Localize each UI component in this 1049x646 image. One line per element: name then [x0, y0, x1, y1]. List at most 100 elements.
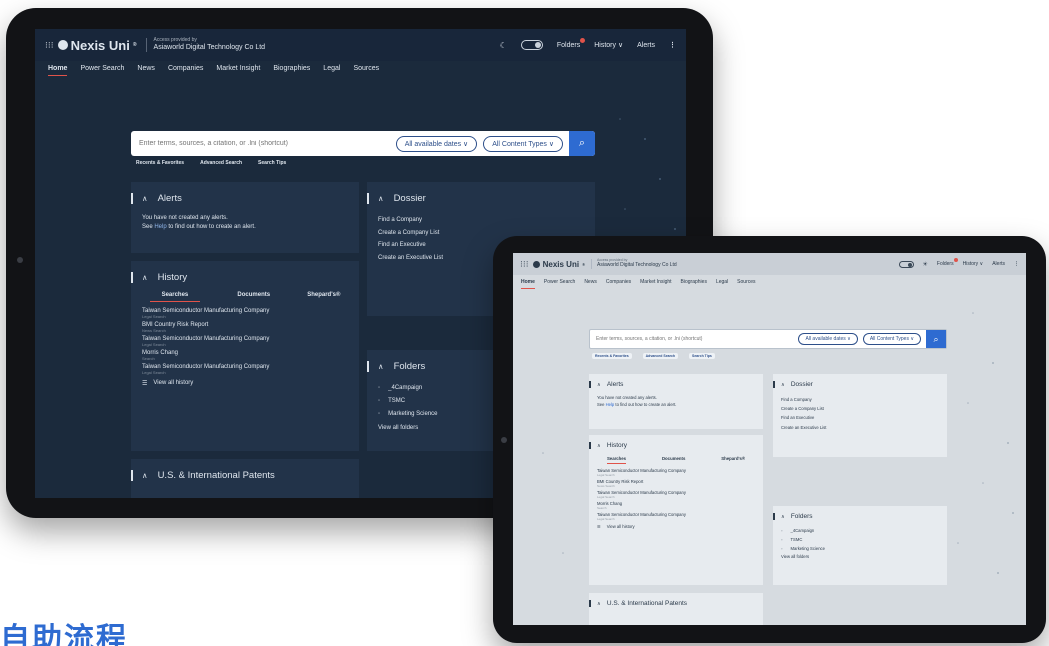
- search-tips-link[interactable]: Search Tips: [258, 160, 286, 166]
- nav-legal[interactable]: Legal: [323, 65, 340, 76]
- history-item[interactable]: Taiwan Semiconductor Manufacturing Compa…: [131, 364, 359, 375]
- search-input[interactable]: [590, 336, 799, 342]
- folder-item[interactable]: ▫ _4Campaign: [781, 527, 939, 536]
- history-item[interactable]: Morris Chang Search: [589, 501, 763, 510]
- advanced-search-link[interactable]: Advanced Search: [200, 160, 242, 166]
- view-all-history-link[interactable]: ☰ View all history: [131, 378, 359, 389]
- dossier-body: Find a Company Create a Company List Fin…: [773, 388, 947, 432]
- help-link[interactable]: Help: [154, 224, 166, 230]
- folder-item[interactable]: ▫ TSMC: [781, 536, 939, 545]
- history-item[interactable]: BMI Country Risk Report News Search: [131, 322, 359, 333]
- folders-menu[interactable]: Folders: [556, 37, 586, 49]
- nav-biographies[interactable]: Biographies: [681, 279, 707, 289]
- search-input[interactable]: [131, 140, 396, 147]
- tab-shepards[interactable]: Shepard's®: [307, 292, 340, 302]
- nav-legal[interactable]: Legal: [716, 279, 728, 289]
- history-menu[interactable]: History ∨: [594, 41, 623, 49]
- alerts-menu[interactable]: Alerts: [637, 42, 655, 49]
- dossier-title: Dossier: [790, 381, 813, 388]
- content-type-pill[interactable]: All Content Types ∨: [862, 333, 921, 345]
- nav-home[interactable]: Home: [521, 279, 535, 289]
- history-item[interactable]: Taiwan Semiconductor Manufacturing Compa…: [589, 490, 763, 499]
- search-button[interactable]: ⌕: [926, 330, 946, 348]
- folder-icon: ▫: [781, 528, 783, 533]
- chevron-up-icon: ∧: [142, 471, 148, 480]
- list-icon: ☰: [142, 381, 148, 387]
- provided-by-org: Asiaworld Digital Technology Co Ltd: [597, 262, 677, 269]
- nav-home[interactable]: Home: [48, 65, 68, 76]
- nav-sources[interactable]: Sources: [737, 279, 755, 289]
- history-item[interactable]: Taiwan Semiconductor Manufacturing Compa…: [589, 512, 763, 521]
- content-type-pill[interactable]: All Content Types ∨: [483, 135, 563, 152]
- view-all-history-link[interactable]: ☰ View all history: [589, 523, 763, 530]
- folders-header[interactable]: ∧ Folders: [773, 513, 947, 520]
- tab-searches[interactable]: Searches: [606, 456, 627, 464]
- history-item[interactable]: Taiwan Semiconductor Manufacturing Compa…: [131, 336, 359, 347]
- history-item[interactable]: BMI Country Risk Report News Search: [589, 479, 763, 488]
- tab-searches[interactable]: Searches: [149, 292, 201, 302]
- history-header[interactable]: ∧ History: [589, 442, 763, 449]
- provided-by-label: Access provided by: [153, 37, 197, 44]
- nav-biographies[interactable]: Biographies: [273, 65, 310, 76]
- more-menu-icon[interactable]: ⋮: [669, 41, 676, 49]
- dossier-header[interactable]: ∧ Dossier: [773, 381, 947, 388]
- find-company-link[interactable]: Find a Company: [781, 395, 939, 404]
- nav-companies[interactable]: Companies: [168, 65, 203, 76]
- create-executive-list-link[interactable]: Create an Executive List: [781, 423, 939, 432]
- notification-badge: [953, 258, 958, 262]
- nav-news[interactable]: News: [584, 279, 597, 289]
- app-grid-icon[interactable]: ⁝⁝⁝: [45, 40, 54, 51]
- history-item[interactable]: Taiwan Semiconductor Manufacturing Compa…: [589, 468, 763, 477]
- history-item-sub: Legal Search: [597, 517, 615, 521]
- alerts-title: Alerts: [606, 381, 624, 388]
- history-item[interactable]: Morris Chang Search: [131, 350, 359, 361]
- dossier-header[interactable]: ∧ Dossier: [367, 193, 595, 204]
- advanced-search-link[interactable]: Advanced Search: [642, 353, 679, 359]
- view-all-folders-link[interactable]: View all folders: [781, 553, 939, 562]
- folders-menu[interactable]: Folders: [937, 258, 958, 267]
- more-menu-icon[interactable]: ⋮: [1014, 261, 1019, 267]
- topbar-right: ☾ Folders History ∨ Alerts ⋮: [500, 37, 676, 50]
- app-grid-icon[interactable]: ⁝⁝⁝: [520, 259, 529, 270]
- date-filter-pill[interactable]: All available dates ∨: [798, 333, 858, 345]
- tab-shepards[interactable]: Shepard's®: [721, 456, 745, 464]
- brand-mark: ®: [132, 42, 137, 48]
- dark-mode-toggle[interactable]: [520, 40, 543, 50]
- alerts-panel: ∧ Alerts You have not created any alerts…: [131, 182, 359, 253]
- find-executive-link[interactable]: Find an Executive: [781, 413, 939, 422]
- history-menu[interactable]: History ∨: [963, 261, 984, 267]
- nav-news[interactable]: News: [137, 65, 155, 76]
- patents-header[interactable]: ∧ U.S. & International Patents: [589, 600, 763, 607]
- nav-power-search[interactable]: Power Search: [544, 279, 575, 289]
- folders-label: Folders: [556, 41, 581, 49]
- search-tips-link[interactable]: Search Tips: [689, 353, 715, 359]
- tab-documents[interactable]: Documents: [237, 292, 270, 302]
- date-filter-pill[interactable]: All available dates ∨: [395, 135, 478, 152]
- nav-market-insight[interactable]: Market Insight: [640, 279, 671, 289]
- folder-item[interactable]: ▫ Marketing Science: [781, 545, 939, 554]
- create-company-list-link[interactable]: Create a Company List: [781, 404, 939, 413]
- search-button[interactable]: ⌕: [569, 131, 595, 156]
- tab-documents[interactable]: Documents: [662, 456, 685, 464]
- nav-power-search[interactable]: Power Search: [80, 65, 124, 76]
- alerts-header[interactable]: ∧ Alerts: [589, 381, 763, 388]
- history-item-sub: Legal Search: [142, 370, 166, 375]
- patents-header[interactable]: ∧ U.S. & International Patents: [131, 470, 359, 481]
- nav-sources[interactable]: Sources: [353, 65, 379, 76]
- view-all-history-label: View all history: [153, 380, 194, 386]
- alerts-menu[interactable]: Alerts: [992, 261, 1005, 267]
- dark-mode-toggle[interactable]: [898, 260, 914, 268]
- help-link[interactable]: Help: [606, 402, 615, 407]
- nav-companies[interactable]: Companies: [606, 279, 631, 289]
- recents-favorites-link[interactable]: Recents & Favorites: [592, 353, 632, 359]
- alerts-header[interactable]: ∧ Alerts: [131, 193, 359, 204]
- find-company-link[interactable]: Find a Company: [378, 214, 583, 227]
- notification-badge: [580, 37, 586, 43]
- recents-favorites-link[interactable]: Recents & Favorites: [136, 160, 184, 166]
- nav-market-insight[interactable]: Market Insight: [216, 65, 260, 76]
- history-header[interactable]: ∧ History: [131, 272, 359, 283]
- nexis-uni-logo[interactable]: Nexis Uni ®: [57, 37, 137, 53]
- nexis-uni-logo[interactable]: Nexis Uni ®: [532, 260, 585, 269]
- history-item[interactable]: Taiwan Semiconductor Manufacturing Compa…: [131, 308, 359, 319]
- brand-name: Nexis Uni: [70, 37, 130, 53]
